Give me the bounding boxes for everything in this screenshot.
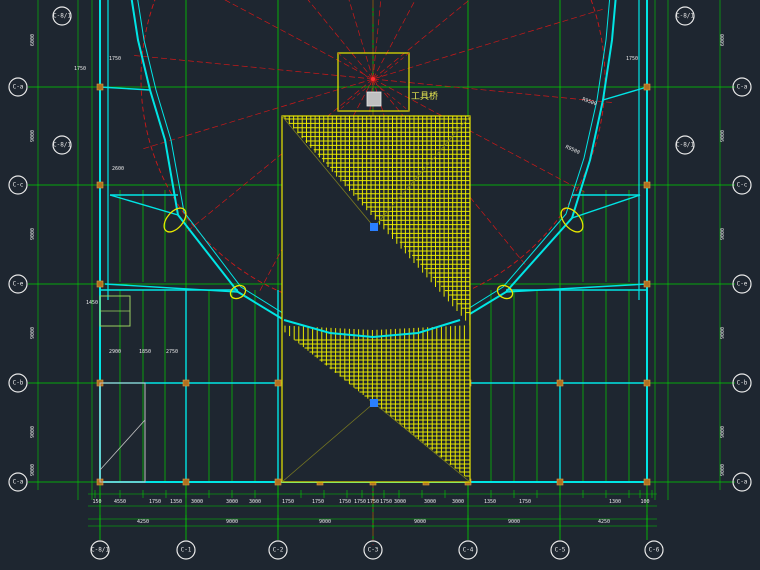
dim-text-small: 2600	[112, 166, 124, 172]
column	[643, 83, 651, 91]
axis-bubble-label: C-8/1	[53, 142, 71, 149]
dim-text-bottom-2: 9000	[226, 519, 238, 525]
axis-bubble-label: C-a	[13, 84, 24, 91]
dim-text-left: 9000	[30, 464, 36, 476]
dim-text-bottom-1: 3000	[394, 499, 406, 505]
axis-bubble-label: C-b	[13, 380, 24, 387]
axis-bubble-label: C-2	[273, 547, 284, 554]
column	[643, 181, 651, 189]
dome-center-point	[371, 77, 375, 81]
dim-text-bottom-1: 1750	[312, 499, 324, 505]
dim-text-bottom-1: 1350	[484, 499, 496, 505]
dim-text-right: 9000	[720, 464, 726, 476]
dim-text-left: 9000	[30, 228, 36, 240]
cad-drawing-canvas: 工具桥 R9500 R9500 150 4550 1750 1350 3000 3000 3…	[0, 0, 760, 570]
dim-text-small: 1750	[74, 66, 86, 72]
dim-text-right: 6000	[720, 34, 726, 46]
dim-text-left: 9000	[30, 130, 36, 142]
column	[274, 379, 282, 387]
dim-text-bottom-1: 150	[92, 499, 101, 505]
dim-text-bottom-1: 4550	[114, 499, 126, 505]
dim-text-left: 9000	[30, 327, 36, 339]
column	[96, 280, 104, 288]
dim-text-bottom-1: 3000	[452, 499, 464, 505]
axis-bubble-label: C-4	[463, 547, 474, 554]
dim-text-bottom-1: 3000	[226, 499, 238, 505]
column	[556, 379, 564, 387]
axis-bubble-label: C-e	[737, 281, 748, 288]
column	[643, 379, 651, 387]
dim-text-small: 1450	[86, 300, 98, 306]
column	[96, 181, 104, 189]
axis-bubble-label: C-3	[368, 547, 379, 554]
axis-bubble-label: C-8/1	[676, 142, 694, 149]
dim-text-right: 9000	[720, 426, 726, 438]
dim-text-small: 2750	[166, 349, 178, 355]
marker-upper	[370, 223, 378, 231]
dim-text-bottom-1: 100	[640, 499, 649, 505]
column	[643, 478, 651, 486]
axis-bubble-label: C-a	[737, 84, 748, 91]
dim-text-bottom-1: 3000	[191, 499, 203, 505]
marker-lower	[370, 399, 378, 407]
dim-text-bottom-1: 1350	[170, 499, 182, 505]
axis-bubble-label: C-c	[737, 182, 748, 189]
dim-text-small: 1850	[139, 349, 151, 355]
axis-bubble-label: C-8/1	[91, 547, 109, 554]
dim-text-right: 9000	[720, 130, 726, 142]
axis-bubble-label: C-8/1	[53, 13, 71, 20]
column	[96, 83, 104, 91]
dim-text-bottom-1: 1750	[149, 499, 161, 505]
dim-text-bottom-1: 3000	[249, 499, 261, 505]
dim-text-small: 2900	[109, 349, 121, 355]
axis-bubble-label: C-a	[737, 479, 748, 486]
dim-text-left: 9000	[30, 426, 36, 438]
axis-bubble-label: C-e	[13, 281, 24, 288]
tool-bridge-block	[366, 91, 382, 107]
tool-bridge-label: 工具桥	[411, 90, 438, 102]
dim-text-small: 1750	[626, 56, 638, 62]
column	[182, 379, 190, 387]
axis-bubble-label: C-b	[737, 380, 748, 387]
dim-text-bottom-2: 9000	[508, 519, 520, 525]
dim-text-bottom-2: 9000	[414, 519, 426, 525]
dim-text-bottom-1: 1750	[339, 499, 351, 505]
dim-text-bottom-1: 1750	[354, 499, 366, 505]
axis-bubble-label: C-6	[649, 547, 660, 554]
dim-text-left: 6000	[30, 34, 36, 46]
dim-text-right: 9000	[720, 228, 726, 240]
column	[182, 478, 190, 486]
dim-text-bottom-1: 1750	[519, 499, 531, 505]
axis-bubble-label: C-1	[181, 547, 192, 554]
dim-text-bottom-1: 1750	[367, 499, 379, 505]
column	[556, 478, 564, 486]
axis-bubble-label: C-c	[13, 182, 24, 189]
scaffold-hatch-area	[281, 115, 471, 483]
dim-text-bottom-2: 4250	[137, 519, 149, 525]
column	[643, 280, 651, 288]
dim-text-bottom-2: 4250	[598, 519, 610, 525]
dim-text-bottom-1: 1300	[609, 499, 621, 505]
axis-bubble-label: C-a	[13, 479, 24, 486]
dim-text-bottom-1: 1750	[282, 499, 294, 505]
dim-text-bottom-2: 9000	[319, 519, 331, 525]
dim-text-bottom-1: 1750	[380, 499, 392, 505]
axis-bubble-label: C-8/1	[676, 13, 694, 20]
dim-text-bottom-1: 3000	[424, 499, 436, 505]
column	[274, 478, 282, 486]
axis-bubble-label: C-5	[555, 547, 566, 554]
dim-text-right: 9000	[720, 327, 726, 339]
dim-text-small: 1750	[109, 56, 121, 62]
